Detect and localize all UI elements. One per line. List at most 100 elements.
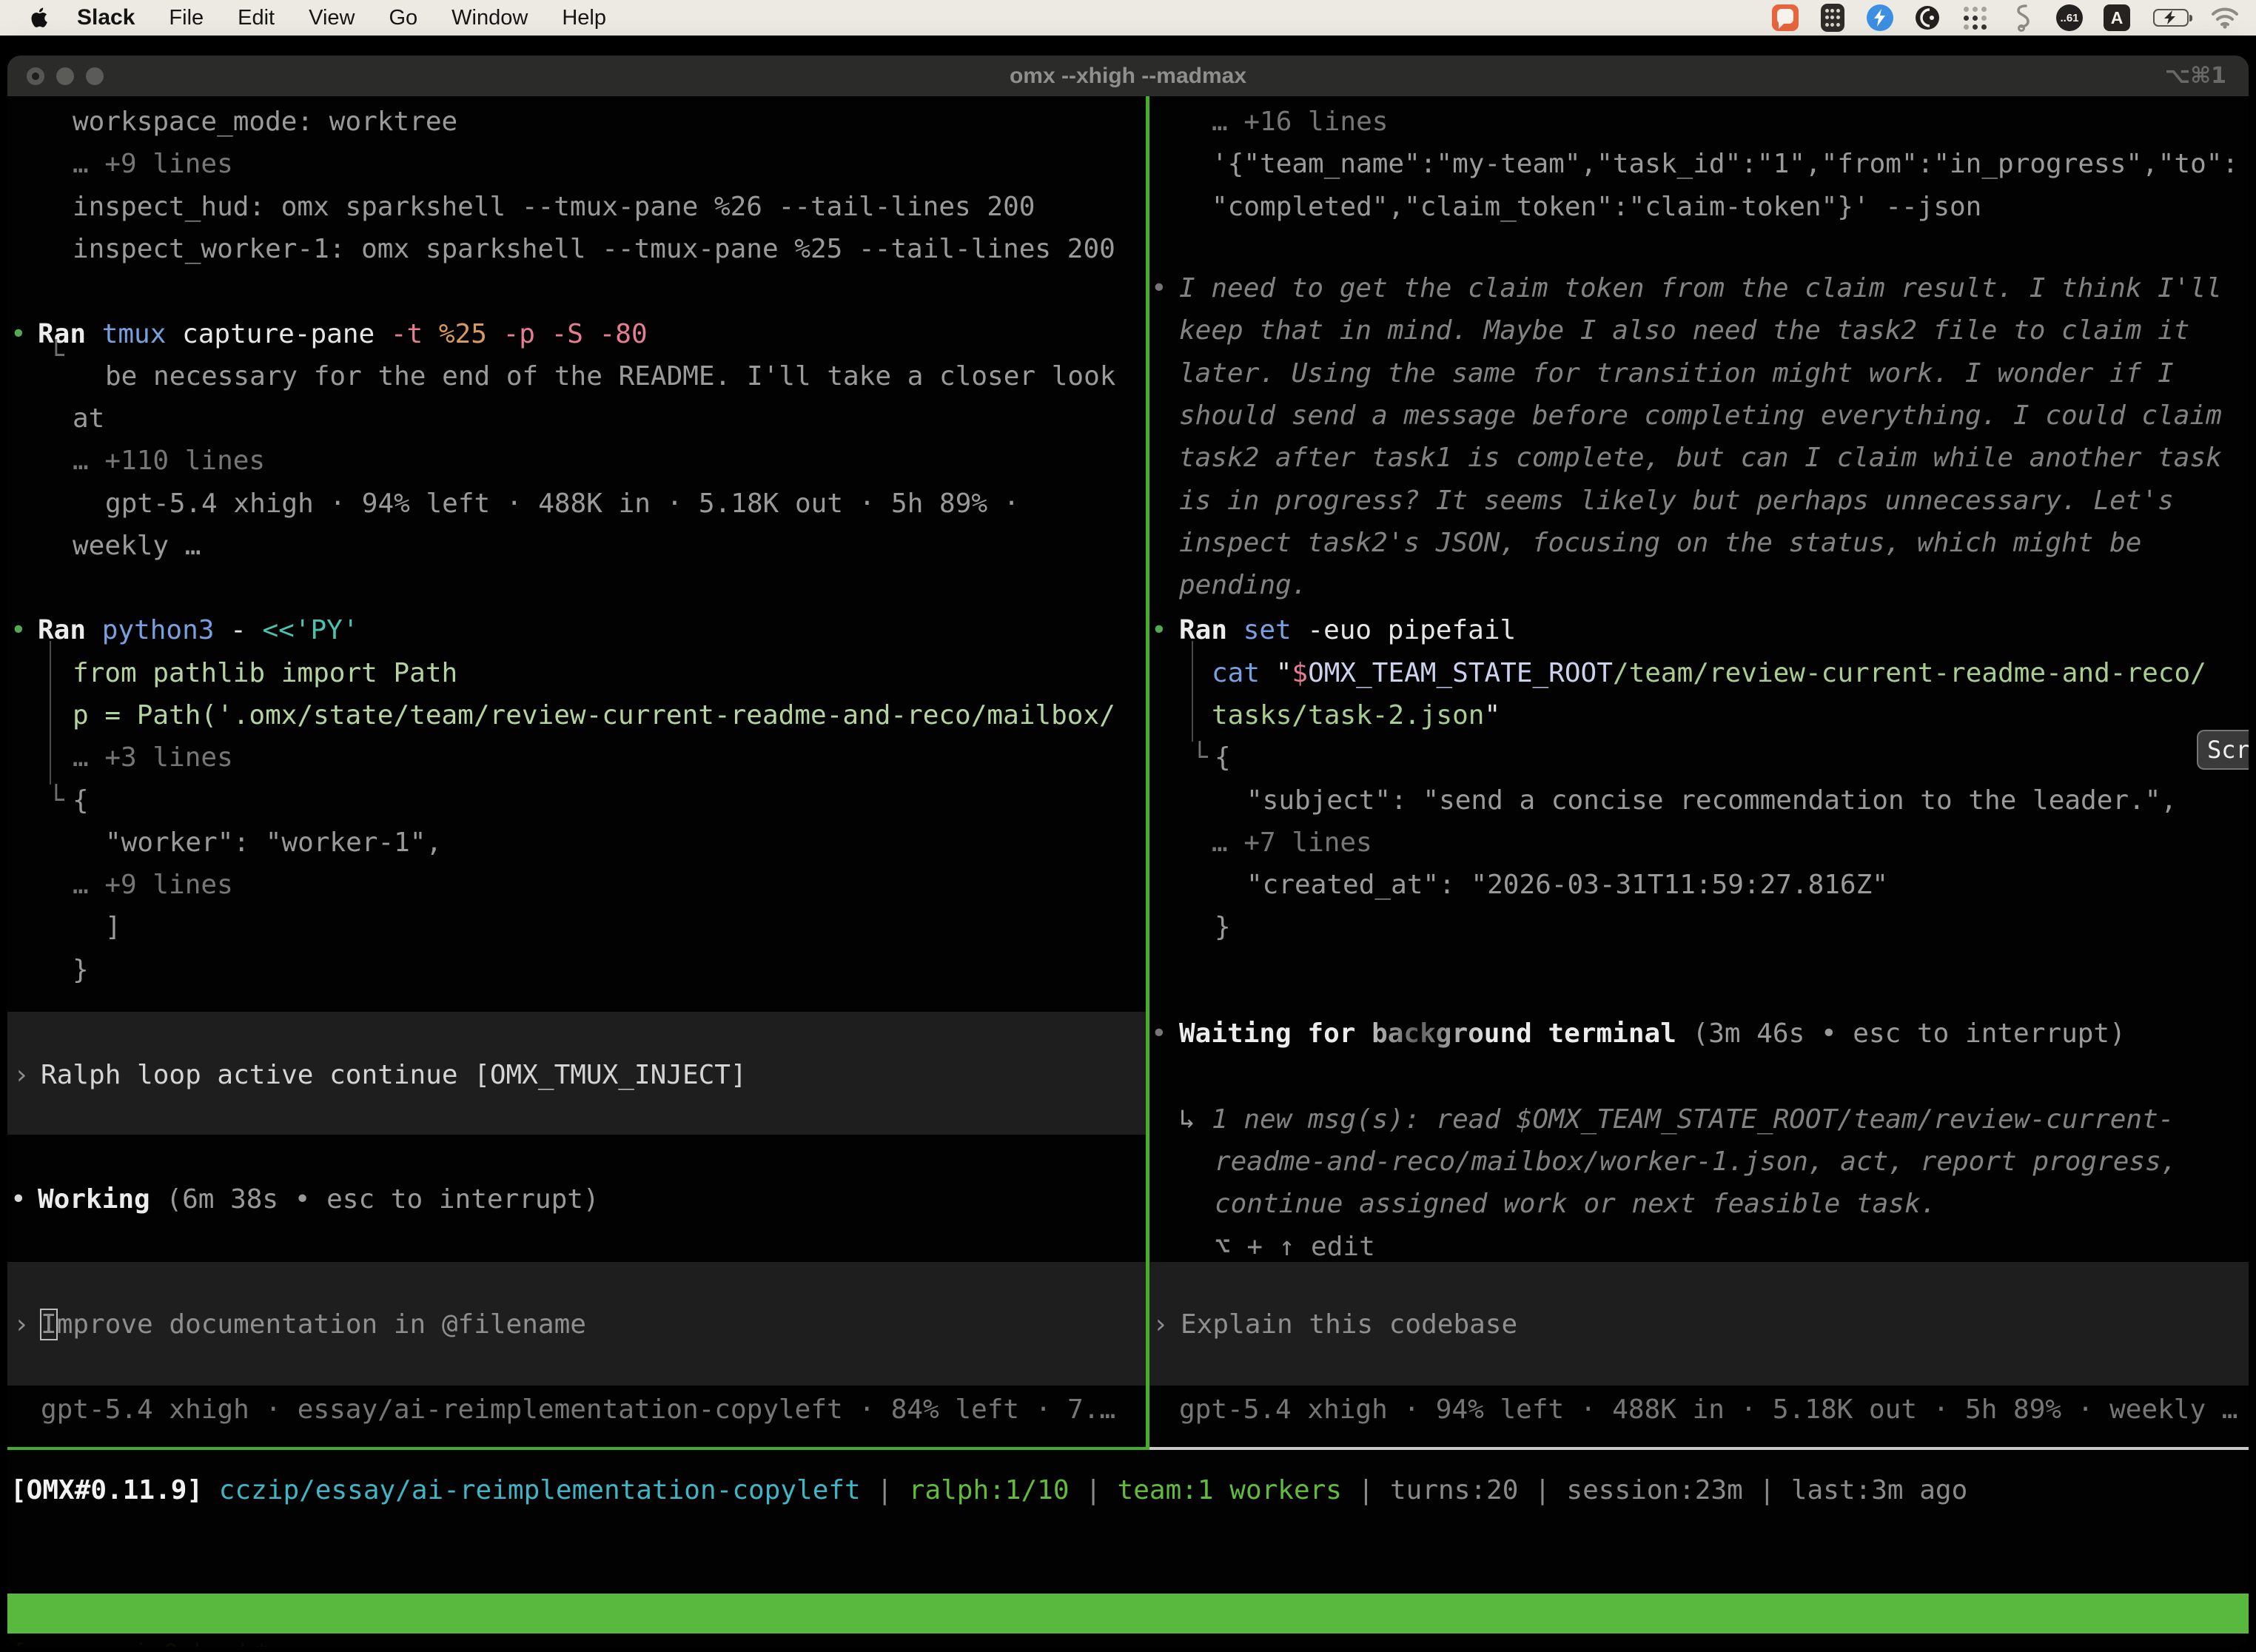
command-name: set — [1243, 615, 1308, 645]
wifi-icon[interactable] — [2210, 3, 2240, 33]
input-placeholder: Explain this codebase — [1181, 1303, 1517, 1346]
left-pane: workspace_mode: worktree … +9 lines insp… — [7, 96, 1146, 1447]
terminal-line: } — [7, 949, 1146, 991]
command-line: • Ran set -euo pipefail — [1149, 609, 2249, 651]
terminal-content: workspace_mode: worktree … +9 lines insp… — [7, 96, 2249, 1647]
omx-ralph-counter: ralph:1/10 — [893, 1475, 1085, 1505]
terminal-line: "subject": "send a concise recommendatio… — [1149, 779, 2249, 822]
menu-item-go[interactable]: Go — [389, 6, 417, 30]
terminal-line: be necessary for the end of the README. … — [7, 355, 1146, 397]
status-bullet-icon: • — [10, 1178, 27, 1220]
ralph-loop-banner: › Ralph loop active continue [OMX_TMUX_I… — [7, 1012, 1146, 1135]
terminal-line: └ { — [7, 779, 1146, 822]
dots-grid-icon[interactable] — [1960, 3, 1990, 33]
command-name: python3 — [102, 615, 230, 645]
squiggle-icon[interactable] — [2007, 3, 2037, 33]
command-line: • Ran python3 - <<'PY' — [7, 609, 1146, 651]
pane-divider-vertical[interactable] — [1146, 96, 1149, 1447]
working-status-line: • Working (6m 38s • esc to interrupt) — [7, 1178, 1146, 1220]
run-bullet-icon: • — [10, 609, 27, 651]
thinking-line: keep that in mind. Maybe I also need the… — [1149, 309, 2249, 352]
env-var: OMX_TEAM_STATE_ROOT — [1308, 658, 1613, 688]
session-status-line: gpt-5.4 xhigh · essay/ai-reimplementatio… — [7, 1389, 1146, 1431]
prompt-chevron-icon: › — [1152, 1303, 1169, 1346]
terminal-line: cat "$OMX_TEAM_STATE_ROOT/team/review-cu… — [1149, 652, 2249, 694]
run-bullet-icon: • — [1151, 609, 1167, 651]
pane-divider-horizontal-right — [1149, 1447, 2249, 1450]
tmux-status-bar: [omx-cczip0:bash* "MacBook-Pro-44.local"… — [7, 1594, 2249, 1633]
terminal-window: omx --xhigh --madmax ⌥⌘1 workspace_mode:… — [7, 56, 2249, 1647]
thinking-bullet-icon: • — [1151, 267, 1167, 309]
menu-item-file[interactable]: File — [169, 6, 204, 30]
window-title-bar[interactable]: omx --xhigh --madmax ⌥⌘1 — [7, 56, 2249, 96]
mailbox-message-line: ↳ 1 new msg(s): read $OMX_TEAM_STATE_ROO… — [1149, 1098, 2249, 1141]
terminal-line: "completed","claim_token":"claim-token"}… — [1149, 186, 2249, 228]
mailbox-message-line: continue assigned work or next feasible … — [1149, 1183, 2249, 1225]
status-bullet-icon: • — [1151, 1013, 1167, 1055]
menu-item-view[interactable]: View — [309, 6, 355, 30]
terminal-line: … +9 lines — [7, 143, 1146, 185]
ralph-loop-text: Ralph loop active continue [OMX_TMUX_INJ… — [41, 1054, 747, 1096]
thinking-line: is in progress? It seems likely but perh… — [1149, 480, 2249, 522]
prompt-input-left[interactable]: › Improve documentation in @filename — [7, 1262, 1146, 1386]
window-title: omx --xhigh --madmax — [7, 64, 2249, 89]
terminal-line: … +110 lines — [7, 440, 1146, 482]
terminal-line: … +9 lines — [7, 864, 1146, 906]
battery-icon[interactable] — [2149, 3, 2192, 33]
terminal-line: workspace_mode: worktree — [7, 101, 1146, 143]
menu-item-help[interactable]: Help — [562, 6, 606, 30]
mailbox-message-line: readme-and-reco/mailbox/worker-1.json, a… — [1149, 1141, 2249, 1183]
terminal-line: at — [7, 397, 1146, 440]
terminal-line: … +3 lines — [7, 736, 1146, 779]
file-path: tasks/task-2.json — [1212, 700, 1484, 731]
session-status-line: gpt-5.4 xhigh · 94% left · 488K in · 5.1… — [1149, 1389, 2249, 1431]
waiting-status-line: • Waiting for background terminal (3m 46… — [1149, 1013, 2249, 1055]
thinking-line: pending. — [1149, 564, 2249, 606]
terminal-line: tasks/task-2.json" — [1149, 694, 2249, 736]
screen-share-tooltip: Scre — [2197, 730, 2249, 770]
terminal-line: ] — [7, 906, 1146, 948]
contrast-icon[interactable] — [1913, 3, 1942, 33]
prompt-input-right[interactable]: › Explain this codebase — [1149, 1262, 2249, 1386]
terminal-line: p = Path('.omx/state/team/review-current… — [7, 694, 1146, 736]
terminal-line: from pathlib import Path — [7, 652, 1146, 694]
terminal-line: "created_at": "2026-03-31T11:59:27.816Z" — [1149, 864, 2249, 906]
terminal-line: weekly … — [7, 525, 1146, 567]
omx-team-counter: team:1 workers — [1101, 1475, 1358, 1505]
omx-status-line: [OMX#0.11.9] cczip/essay/ai-reimplementa… — [10, 1469, 1967, 1511]
thinking-line: should send a message before completing … — [1149, 394, 2249, 437]
menu-item-window[interactable]: Window — [451, 6, 528, 30]
reply-arrow-icon: ↳ — [1179, 1098, 1195, 1141]
terminal-line: '{"team_name":"my-team","task_id":"1","f… — [1149, 143, 2249, 185]
output-corner-icon: └ — [48, 779, 64, 822]
terminal-line: inspect_worker-1: omx sparkshell --tmux-… — [7, 228, 1146, 270]
terminal-line: } — [1149, 906, 2249, 948]
terminal-line: "worker": "worker-1", — [7, 822, 1146, 864]
terminal-line: gpt-5.4 xhigh · 94% left · 488K in · 5.1… — [7, 483, 1146, 525]
right-pane: … +16 lines '{"team_name":"my-team","tas… — [1149, 96, 2249, 1447]
thinking-line: • I need to get the claim token from the… — [1149, 267, 2249, 309]
output-corner-icon: └ — [1192, 736, 1208, 779]
terminal-line: … +16 lines — [1149, 101, 2249, 143]
keypad-icon[interactable] — [1818, 3, 1847, 33]
terminal-line: └ { — [1149, 736, 2249, 779]
thinking-line: later. Using the same for transition mig… — [1149, 352, 2249, 394]
omx-session-stats: | turns:20 | session:23m | last:3m ago — [1358, 1475, 1968, 1505]
menu-bar: Slack File Edit View Go Window Help — [0, 0, 2256, 36]
sync-bolt-icon[interactable] — [1865, 3, 1895, 33]
menu-app-name[interactable]: Slack — [77, 5, 135, 30]
chat-icon[interactable] — [1770, 3, 1800, 33]
omx-version: [OMX#0.11.9] — [10, 1475, 203, 1505]
thinking-line: inspect task2's JSON, focusing on the st… — [1149, 522, 2249, 564]
waiting-label: Waiting for background terminal — [1179, 1018, 1676, 1049]
terminal-line: … +7 lines — [1149, 822, 2249, 864]
tmux-window-name[interactable]: [omx-cczip0:bash* — [12, 1633, 269, 1647]
badge-61-icon[interactable]: ..61 — [2055, 3, 2084, 33]
command-name: cat — [1212, 658, 1276, 688]
prompt-chevron-icon: › — [13, 1054, 30, 1096]
apple-menu-icon[interactable] — [27, 5, 52, 30]
menu-item-edit[interactable]: Edit — [238, 6, 275, 30]
input-source-icon[interactable]: A — [2102, 3, 2132, 33]
terminal-line: inspect_hud: omx sparkshell --tmux-pane … — [7, 186, 1146, 228]
prompt-chevron-icon: › — [13, 1303, 30, 1346]
